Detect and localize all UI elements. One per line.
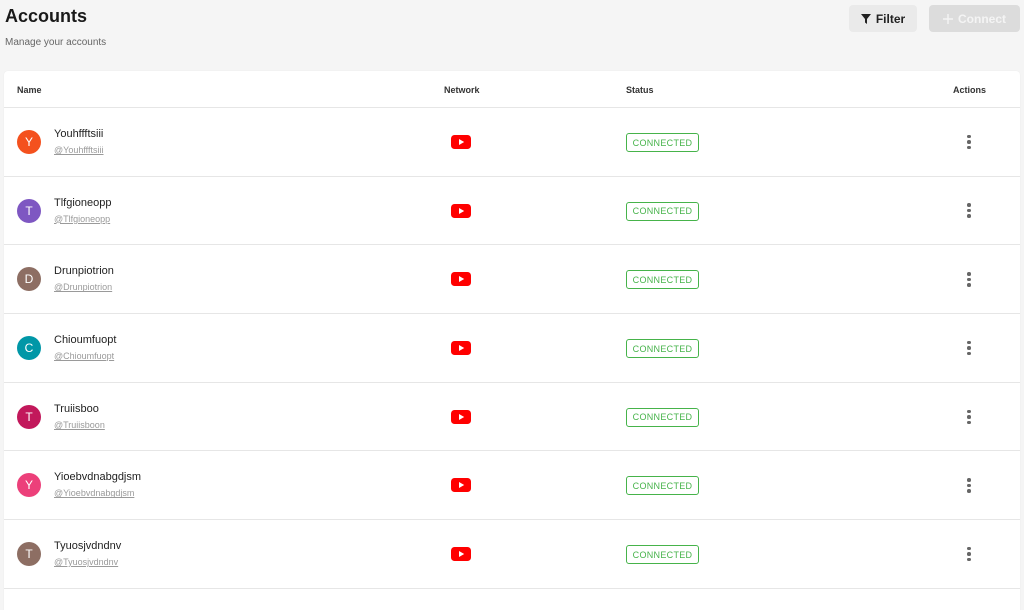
table-row: T Truiisboo @Truiisboon CONNECTED	[4, 383, 1020, 452]
avatar: T	[17, 198, 41, 223]
filter-button-label: Filter	[875, 11, 906, 26]
column-header-name: Name	[17, 85, 42, 95]
youtube-icon	[451, 547, 471, 562]
youtube-icon	[451, 272, 471, 287]
page-subtitle: Manage your accounts	[5, 37, 107, 48]
connect-button[interactable]: Connect	[929, 5, 1020, 32]
account-name: Tyuosjvdndnv	[54, 540, 122, 553]
status-badge: CONNECTED	[626, 133, 699, 152]
page-header: Accounts Manage your accounts	[5, 6, 106, 48]
avatar: Y	[17, 130, 41, 154]
account-handle-link[interactable]: @Tlfgioneopp	[54, 214, 110, 224]
more-actions-icon[interactable]	[961, 269, 977, 289]
avatar: Y	[17, 473, 41, 498]
more-actions-icon[interactable]	[961, 544, 977, 564]
table-row: D Drunpiotrion @Drunpiotrion CONNECTED	[4, 245, 1020, 315]
more-actions-icon[interactable]	[961, 407, 977, 427]
table-row: T Tyuosjvdndnv @Tyuosjvdndnv CONNECTED	[4, 520, 1020, 589]
avatar: C	[17, 336, 41, 361]
account-name: Drunpiotrion	[54, 265, 114, 278]
more-actions-icon[interactable]	[961, 132, 977, 152]
filter-button[interactable]: Filter	[849, 5, 917, 32]
filter-icon	[860, 13, 871, 24]
column-header-actions: Actions	[953, 85, 987, 95]
status-badge: CONNECTED	[626, 407, 699, 427]
table-body: Y Youhffftsiii @Youhffftsiii CONNECTED T…	[4, 108, 1020, 589]
accounts-table: Name Network Status Actions Y Youhffftsi…	[4, 71, 1020, 610]
account-handle-link[interactable]: @Yioebvdnabgdjsm	[54, 488, 134, 498]
account-name: Tlfgioneopp	[54, 196, 112, 209]
table-header: Name Network Status Actions	[4, 71, 1020, 108]
youtube-icon	[451, 203, 471, 218]
avatar: D	[17, 267, 41, 292]
account-handle-link[interactable]: @Truiisboon	[54, 420, 105, 430]
table-row: C Chioumfuopt @Chioumfuopt CONNECTED	[4, 314, 1020, 383]
youtube-icon	[451, 135, 471, 149]
status-badge: CONNECTED	[626, 339, 699, 359]
account-name: Truiisboo	[54, 402, 99, 415]
plus-icon	[943, 13, 953, 24]
header-actions: Filter Connect	[849, 5, 1020, 32]
account-name: Youhffftsiii	[54, 128, 104, 140]
youtube-icon	[451, 478, 471, 493]
avatar: T	[17, 542, 41, 567]
column-header-network: Network	[444, 85, 480, 95]
status-badge: CONNECTED	[626, 201, 699, 221]
column-header-status: Status	[626, 85, 654, 95]
avatar: T	[17, 404, 41, 429]
account-handle-link[interactable]: @Chioumfuopt	[54, 351, 114, 361]
account-handle-link[interactable]: @Drunpiotrion	[54, 282, 112, 292]
youtube-icon	[451, 341, 471, 356]
table-row: Y Yioebvdnabgdjsm @Yioebvdnabgdjsm CONNE…	[4, 451, 1020, 521]
more-actions-icon[interactable]	[961, 201, 977, 221]
connect-button-label: Connect	[958, 11, 1006, 26]
account-handle-link[interactable]: @Youhffftsiii	[54, 145, 104, 155]
accounts-page: Accounts Manage your accounts Filter Con…	[0, 0, 1024, 610]
table-row: Y Youhffftsiii @Youhffftsiii CONNECTED	[4, 108, 1020, 177]
more-actions-icon[interactable]	[961, 338, 977, 358]
account-name: Chioumfuopt	[54, 334, 117, 347]
table-row: T Tlfgioneopp @Tlfgioneopp CONNECTED	[4, 177, 1020, 246]
page-title: Accounts	[5, 6, 88, 26]
status-badge: CONNECTED	[626, 545, 699, 565]
youtube-icon	[451, 409, 471, 424]
more-actions-icon[interactable]	[961, 475, 977, 495]
status-badge: CONNECTED	[626, 476, 699, 496]
account-name: Yioebvdnabgdjsm	[54, 471, 142, 484]
account-handle-link[interactable]: @Tyuosjvdndnv	[54, 557, 118, 567]
status-badge: CONNECTED	[626, 270, 699, 290]
